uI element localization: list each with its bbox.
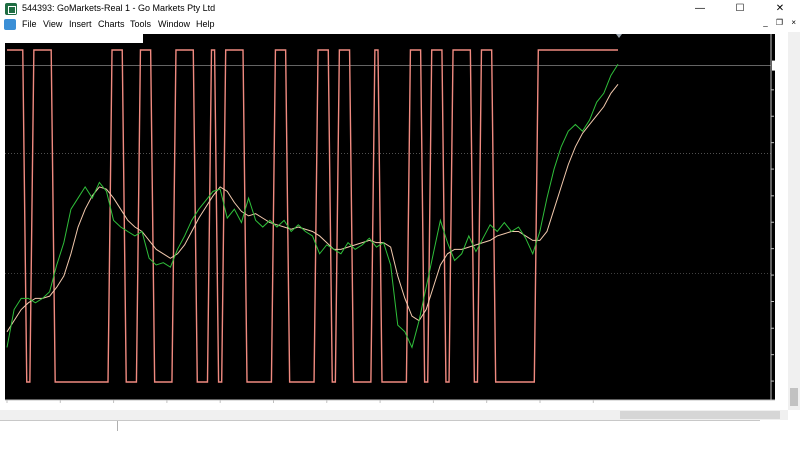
time-tick-label: 25 Jan 18:40 — [487, 402, 528, 409]
mdi-minimize-button[interactable]: _ — [763, 18, 767, 27]
time-tick-label: 25 Jan 09:20 — [114, 402, 155, 409]
maximize-button[interactable]: ☐ — [720, 0, 760, 18]
time-tick-label: 25 Jan 13:20 — [274, 402, 315, 409]
menu-help[interactable]: Help — [196, 19, 215, 29]
chart-tabs-bar — [0, 420, 760, 450]
time-tick-label: 25 Jan 17:20 — [433, 402, 474, 409]
menu-bar: File View Insert Charts Tools Window Hel… — [0, 18, 800, 32]
time-tick-label: 25 Jan 14:40 — [327, 402, 368, 409]
time-tick-label: 25 Jan 12:00 — [220, 402, 261, 409]
close-button[interactable]: ✕ — [760, 0, 800, 18]
plot-area[interactable] — [5, 34, 775, 400]
window-titlebar: 544393: GoMarkets-Real 1 - Go Markets Pt… — [0, 0, 800, 18]
time-tick-label: 25 Jan 2022 — [7, 402, 46, 409]
vertical-scrollbar-thumb[interactable] — [790, 388, 798, 406]
menu-window[interactable]: Window — [158, 19, 190, 29]
mdi-window-controls: _ ❐ × — [757, 18, 796, 27]
time-tick-label: 25 Jan 20:00 — [540, 402, 581, 409]
menu-tools[interactable]: Tools — [130, 19, 151, 29]
mdi-restore-button[interactable]: ❐ — [776, 18, 783, 27]
menu-insert[interactable]: Insert — [69, 19, 92, 29]
horizontal-scrollbar[interactable] — [0, 410, 788, 420]
price-chart[interactable]: 7033.557021.707009.856998.006986.006974.… — [0, 32, 775, 410]
mdi-close-button[interactable]: × — [791, 18, 796, 27]
time-tick-label: 25 Jan 21:20 — [593, 402, 634, 409]
menu-file[interactable]: File — [22, 19, 37, 29]
time-tick-label: 25 Jan 10:40 — [167, 402, 208, 409]
app-logo-icon — [5, 3, 17, 15]
time-tick-label: 25 Jan 07:20 — [60, 402, 101, 409]
toolbar-strip — [5, 34, 143, 43]
chart-tab[interactable] — [0, 421, 118, 431]
window-title: 544393: GoMarkets-Real 1 - Go Markets Pt… — [22, 3, 216, 13]
time-tick-label: 25 Jan 16:00 — [380, 402, 421, 409]
menu-view[interactable]: View — [43, 19, 62, 29]
chart-window-icon[interactable] — [4, 19, 16, 30]
minimize-button[interactable]: — — [680, 0, 720, 18]
menu-charts[interactable]: Charts — [98, 19, 125, 29]
horizontal-scrollbar-thumb[interactable] — [620, 411, 780, 419]
vertical-scrollbar[interactable] — [788, 32, 800, 410]
